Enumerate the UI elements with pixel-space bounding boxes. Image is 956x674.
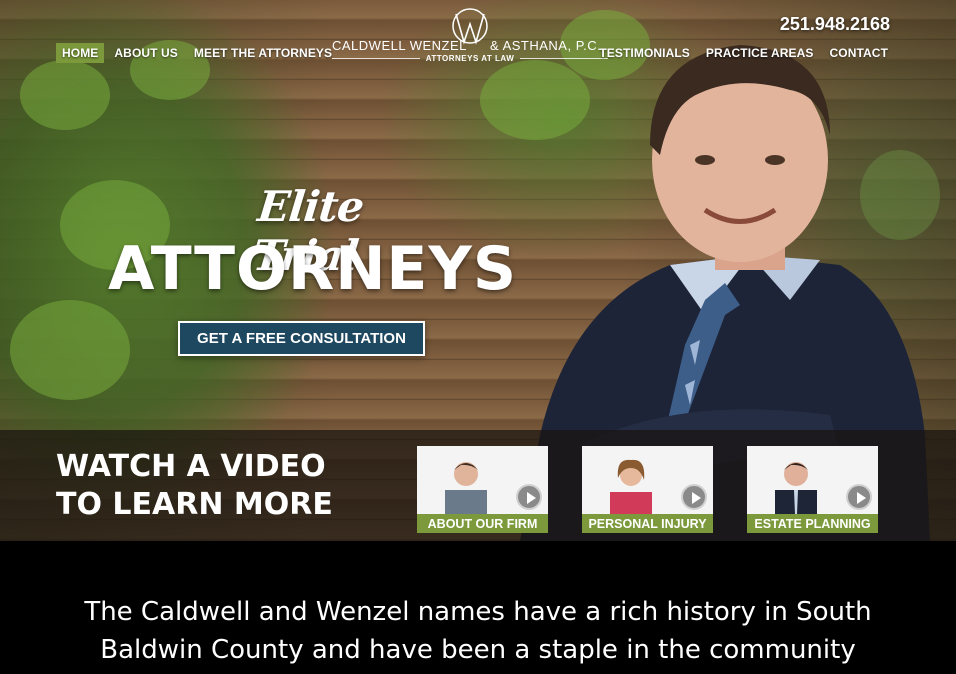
play-icon[interactable] <box>681 484 707 510</box>
play-icon[interactable] <box>516 484 542 510</box>
nav-practice-areas[interactable]: PRACTICE AREAS <box>700 43 820 63</box>
play-icon[interactable] <box>846 484 872 510</box>
video-heading: WATCH A VIDEO TO LEARN MORE <box>56 448 333 524</box>
video-presenter-figure <box>775 462 817 514</box>
video-label: ESTATE PLANNING <box>747 514 878 533</box>
video-heading-line1: WATCH A VIDEO <box>56 449 326 484</box>
video-thumb-personal-injury[interactable]: PERSONAL INJURY <box>582 446 713 533</box>
video-thumb-about-our-firm[interactable]: ABOUT OUR FIRM <box>417 446 548 533</box>
video-label: ABOUT OUR FIRM <box>417 514 548 533</box>
video-heading-line2: TO LEARN MORE <box>56 487 333 522</box>
nav-testimonials[interactable]: TESTIMONIALS <box>593 43 696 63</box>
free-consultation-button[interactable]: GET A FREE CONSULTATION <box>178 321 425 356</box>
nav-meet-the-attorneys[interactable]: MEET THE ATTORNEYS <box>188 43 338 63</box>
foliage <box>20 60 110 130</box>
video-label: PERSONAL INJURY <box>582 514 713 533</box>
intro-paragraph: The Caldwell and Wenzel names have a ric… <box>84 597 872 665</box>
hero-main-title: ATTORNEYS <box>108 234 518 304</box>
logo-name-right: & ASTHANA, P.C. <box>490 38 602 53</box>
nav-about-us[interactable]: ABOUT US <box>108 43 183 63</box>
phone-number[interactable]: 251.948.2168 <box>780 14 890 35</box>
logo-name-left: CALDWELL WENZEL <box>332 38 467 53</box>
nav-contact[interactable]: CONTACT <box>824 43 894 63</box>
nav-home[interactable]: HOME <box>56 43 105 63</box>
video-thumb-estate-planning[interactable]: ESTATE PLANNING <box>747 446 878 533</box>
foliage <box>10 300 130 400</box>
primary-nav-left: HOME ABOUT US MEET THE ATTORNEYS <box>56 43 338 63</box>
site-logo[interactable]: CALDWELL WENZEL & ASTHANA, P.C. ATTORNEY… <box>330 4 610 66</box>
logo-rule-left <box>332 58 420 59</box>
video-presenter-figure <box>445 462 487 514</box>
primary-nav-right: TESTIMONIALS PRACTICE AREAS CONTACT <box>593 43 894 63</box>
logo-subtitle: ATTORNEYS AT LAW <box>425 54 515 63</box>
video-presenter-figure <box>610 459 652 514</box>
